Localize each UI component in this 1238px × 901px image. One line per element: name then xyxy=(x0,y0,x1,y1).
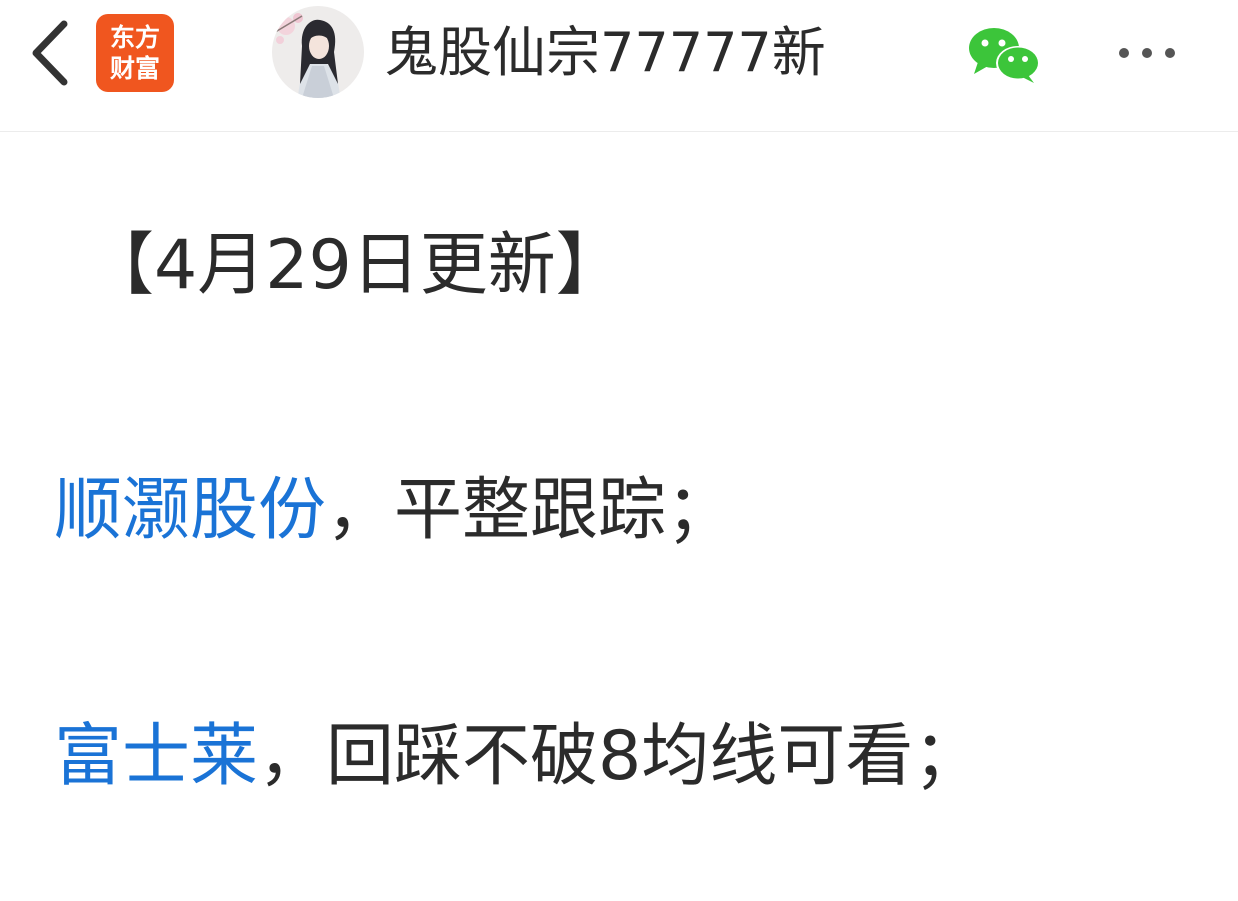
app-logo-line-1: 东方 xyxy=(109,23,160,52)
stock-link[interactable]: 富士莱 xyxy=(54,717,258,796)
app-logo-line-2: 财富 xyxy=(109,54,160,83)
post-comment: ，回踩不破8均线可看； xyxy=(258,717,982,796)
wechat-share-button[interactable] xyxy=(966,26,1042,84)
more-horizontal-icon xyxy=(1119,48,1175,58)
app-logo[interactable]: 东方 财富 xyxy=(96,14,174,92)
author-name[interactable]: 鬼股仙宗77777新 xyxy=(384,18,826,88)
back-button[interactable] xyxy=(26,20,76,86)
stock-link[interactable]: 顺灏股份 xyxy=(54,471,326,550)
top-navigation-bar: 东方 财富 鬼股仙宗77777新 xyxy=(0,0,1238,132)
wechat-icon xyxy=(969,28,1040,83)
avatar-image xyxy=(272,6,364,98)
post-comment: ，平整跟踪； xyxy=(326,471,735,550)
chevron-left-icon xyxy=(32,20,68,86)
post-line: 顺灏股份，平整跟踪； xyxy=(54,466,734,556)
post-title: 【4月29日更新】 xyxy=(86,226,624,305)
post-line: 富士莱，回踩不破8均线可看； xyxy=(54,712,981,802)
more-options-button[interactable] xyxy=(1110,36,1186,70)
avatar[interactable] xyxy=(272,6,364,98)
